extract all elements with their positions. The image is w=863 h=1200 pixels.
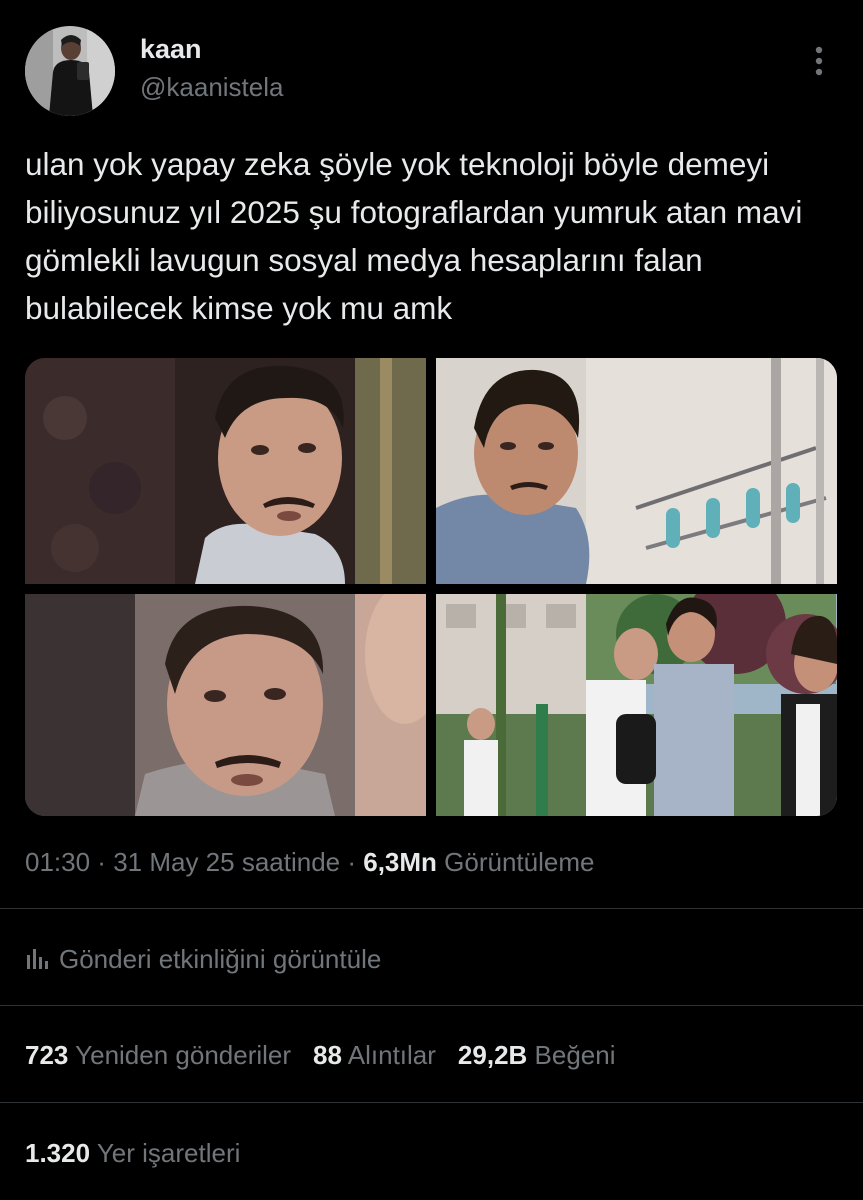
- quotes-count: 88: [313, 1040, 342, 1070]
- bookmarks-stat[interactable]: 1.320 Yer işaretleri: [25, 1138, 240, 1169]
- quotes-stat[interactable]: 88 Alıntılar: [313, 1040, 436, 1071]
- tweet-text: ulan yok yapay zeka şöyle yok teknoloji …: [25, 146, 803, 326]
- engagement-stats: 723 Yeniden gönderiler 88 Alıntılar 29,2B …: [25, 1040, 638, 1071]
- views-label: Görüntüleme: [444, 847, 595, 877]
- divider: [0, 1005, 863, 1006]
- reposts-stat[interactable]: 723 Yeniden gönderiler: [25, 1040, 291, 1071]
- avatar-photo: [25, 26, 115, 116]
- activity-label: Gönderi etkinliğini görüntüle: [59, 944, 382, 974]
- author-handle[interactable]: @kaanistela: [140, 72, 283, 103]
- reposts-label: Yeniden gönderiler: [75, 1040, 292, 1070]
- bookmarks-count: 1.320: [25, 1138, 91, 1168]
- more-dots-icon: [815, 46, 823, 76]
- photo-4[interactable]: [436, 594, 837, 816]
- tweet-meta: 01:30 · 31 May 25 saatinde · 6,3Mn Görün…: [25, 847, 594, 878]
- photo-1-image: [25, 358, 426, 584]
- likes-stat[interactable]: 29,2B Beğeni: [458, 1040, 616, 1071]
- photo-2-image: [436, 358, 837, 584]
- bookmarks-label: Yer işaretleri: [96, 1138, 241, 1168]
- quotes-label: Alıntılar: [347, 1040, 436, 1070]
- photo-3-image: [25, 594, 426, 816]
- likes-label: Beğeni: [534, 1040, 616, 1070]
- avatar[interactable]: [25, 26, 115, 116]
- view-post-activity-button[interactable]: Gönderi etkinliğini görüntüle: [25, 944, 381, 978]
- bar-chart-icon: [25, 945, 49, 978]
- likes-count: 29,2B: [457, 1040, 528, 1070]
- media-grid: [25, 358, 837, 816]
- author-name[interactable]: kaan: [140, 34, 202, 65]
- meta-separator: ·: [90, 847, 114, 877]
- reposts-count: 723: [25, 1040, 69, 1070]
- meta-separator: ·: [340, 847, 364, 877]
- photo-3[interactable]: [25, 594, 426, 816]
- more-options-button[interactable]: [804, 40, 834, 80]
- photo-4-image: [436, 594, 837, 816]
- tweet-time[interactable]: 01:30: [25, 847, 90, 877]
- divider: [0, 1102, 863, 1103]
- photo-1[interactable]: [25, 358, 426, 584]
- views-count: 6,3Mn: [363, 847, 437, 877]
- tweet-date[interactable]: 31 May 25 saatinde: [113, 847, 340, 877]
- photo-2[interactable]: [436, 358, 837, 584]
- divider: [0, 908, 863, 909]
